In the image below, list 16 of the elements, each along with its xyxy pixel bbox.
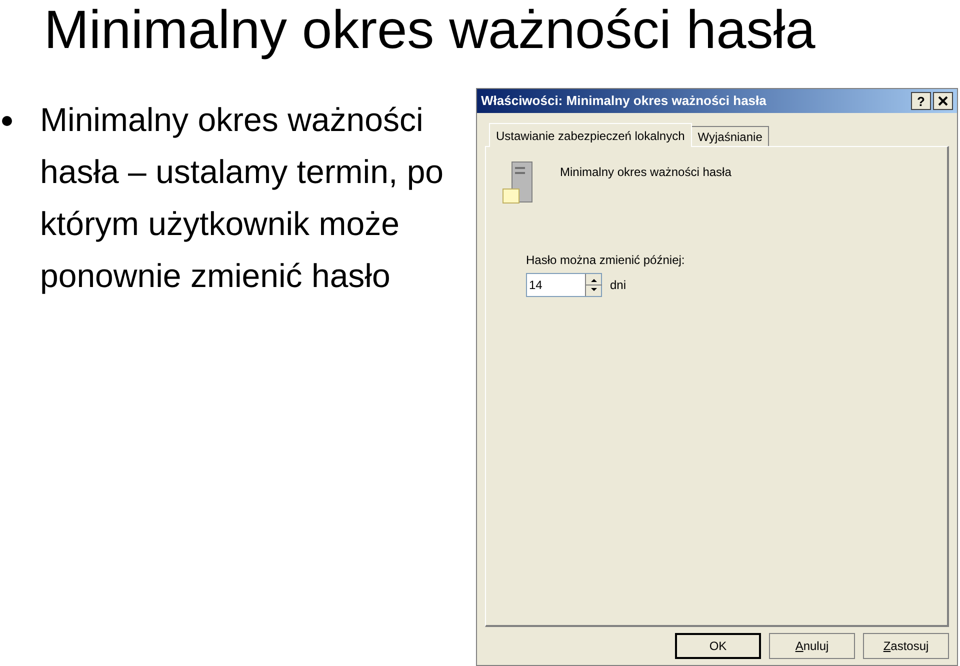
- tab[interactable]: Wyjaśnianie: [692, 126, 770, 146]
- policy-name: Minimalny okres ważności hasła: [560, 164, 732, 181]
- tab[interactable]: Ustawianie zabezpieczeń lokalnych: [489, 123, 692, 147]
- bullet-icon: [2, 116, 12, 126]
- help-button[interactable]: ?: [911, 92, 931, 110]
- window-title: Właściwości: Minimalny okres ważności hasła: [481, 92, 768, 110]
- bullet-text: Minimalny okres ważności hasła – ustalamy termin, po którym użytkownik może ponownie zmienić hasło: [40, 100, 445, 296]
- field-label: Hasło można zmienić później:: [526, 252, 686, 269]
- dialog-button[interactable]: OK: [675, 633, 761, 659]
- spin-field[interactable]: 14: [526, 273, 602, 297]
- unit-label: dni: [610, 277, 626, 294]
- close-button[interactable]: [933, 92, 953, 110]
- dialog-button[interactable]: Anuluj: [769, 633, 855, 659]
- dialog-button[interactable]: Zastosuj: [863, 633, 949, 659]
- slide-title: Minimalny okres ważności hasła: [43, 0, 816, 60]
- close-icon: [938, 96, 948, 106]
